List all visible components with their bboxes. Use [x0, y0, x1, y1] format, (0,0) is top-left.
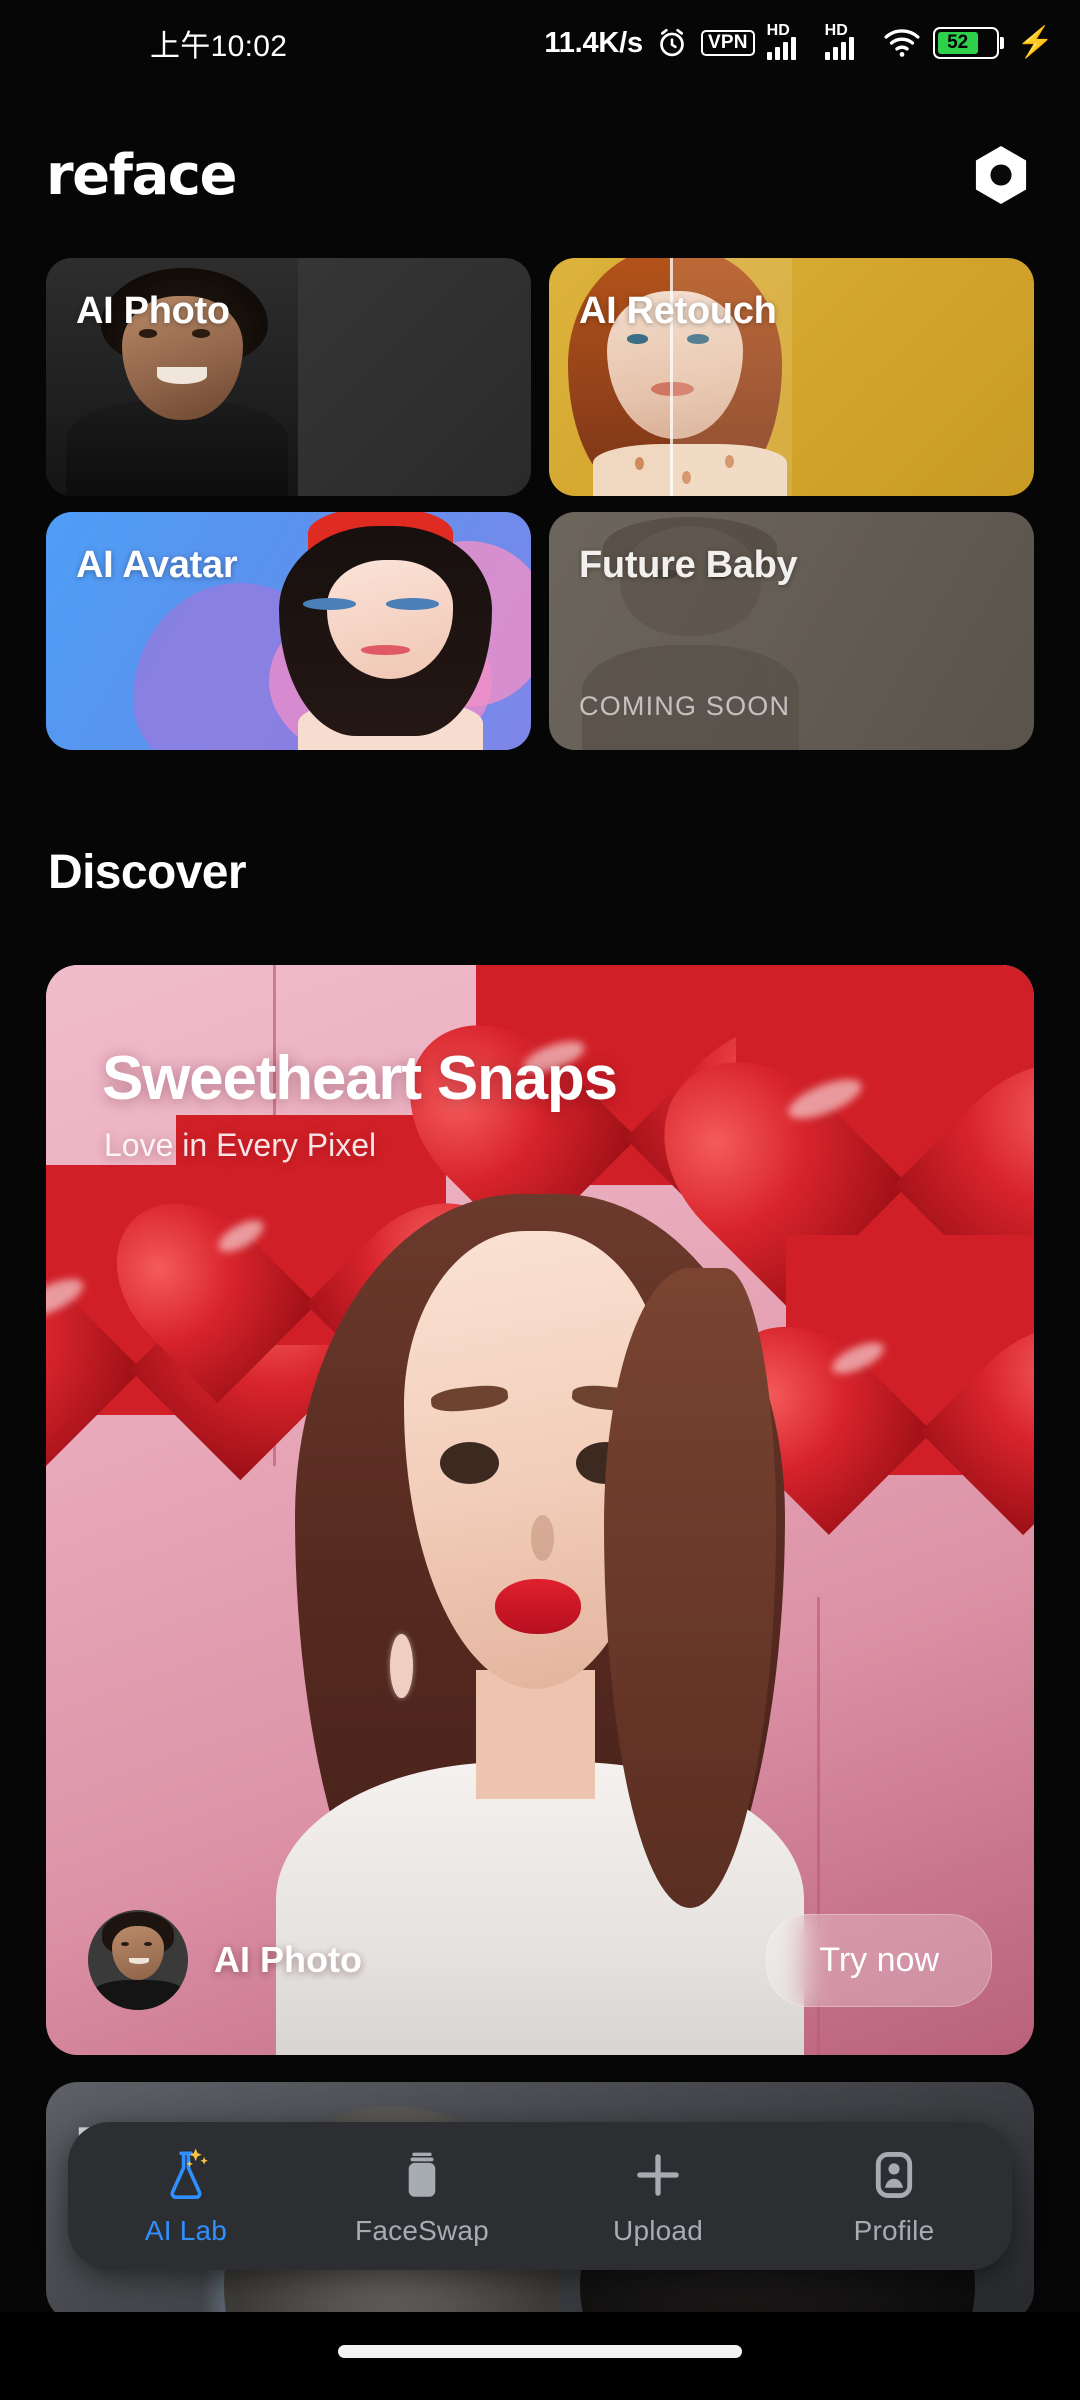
plus-icon — [631, 2145, 685, 2205]
signal-bars-sim2: HD — [824, 23, 871, 60]
feature-card-future-baby[interactable]: Future Baby COMING SOON — [549, 512, 1034, 750]
bars-sim1 — [766, 37, 797, 60]
feature-card-ai-photo[interactable]: AI Photo — [46, 258, 531, 496]
nav-tab-label: Upload — [613, 2215, 703, 2246]
app-header: reface — [0, 120, 1080, 230]
hexagon-nut-icon[interactable] — [968, 142, 1034, 208]
nav-tab-label: Profile — [853, 2215, 935, 2246]
wifi-icon — [884, 29, 920, 57]
person-icon — [867, 2145, 921, 2205]
vpn-badge: VPN — [700, 30, 755, 56]
bottom-navigation-bar: AI Lab FaceSwap Upload Profile — [68, 2122, 1012, 2270]
status-time: 上午10:02 — [150, 30, 288, 63]
nav-tab-faceswap[interactable]: FaceSwap — [304, 2145, 540, 2247]
nav-tab-ai-lab[interactable]: AI Lab — [68, 2145, 304, 2247]
network-speed-text: 11.4K/s — [544, 26, 643, 59]
status-bar: 上午10:02 11.4K/s VPN HD HD 52 ⚡ — [0, 0, 1080, 86]
hero-avatar — [88, 1910, 188, 2010]
feature-card-title: Future Baby — [579, 544, 798, 586]
stacked-cards-icon — [395, 2145, 449, 2205]
feature-card-ai-retouch[interactable]: AI Retouch — [549, 258, 1034, 496]
hero-title: Sweetheart Snaps — [102, 1044, 618, 1113]
nav-tab-label: AI Lab — [144, 2215, 228, 2246]
charging-bolt-icon: ⚡ — [1016, 26, 1054, 59]
hero-category-label: AI Photo — [214, 1939, 362, 1980]
discover-hero-card[interactable]: Sweetheart Snaps Love in Every Pixel AI … — [46, 965, 1034, 2055]
nav-tab-label: FaceSwap — [355, 2215, 489, 2246]
feature-card-grid: AI Photo AI Retouch AI Avatar Future Bab… — [46, 258, 1034, 750]
status-icons: 11.4K/s VPN HD HD 52 ⚡ — [544, 23, 1054, 60]
signal-bars-sim1: HD — [766, 23, 813, 60]
feature-card-title: AI Photo — [76, 290, 230, 332]
home-gesture-bar[interactable] — [338, 2345, 742, 2358]
hero-footer: AI Photo Try now — [46, 1865, 1034, 2055]
battery-percent: 52 — [937, 32, 978, 54]
app-screen: 上午10:02 11.4K/s VPN HD HD 52 ⚡ reface AI… — [0, 0, 1080, 2400]
nav-tab-upload[interactable]: Upload — [540, 2145, 776, 2247]
app-logo: reface — [46, 142, 237, 208]
discover-section-title: Discover — [48, 846, 247, 899]
feature-card-ai-avatar[interactable]: AI Avatar — [46, 512, 531, 750]
battery-indicator: 52 — [932, 27, 999, 59]
try-now-button[interactable]: Try now — [766, 1913, 992, 2007]
feature-card-title: AI Avatar — [76, 544, 238, 586]
nav-tab-profile[interactable]: Profile — [776, 2145, 1012, 2247]
flask-sparkles-icon — [159, 2145, 213, 2205]
coming-soon-badge: COMING SOON — [579, 691, 791, 721]
hero-subtitle: Love in Every Pixel — [104, 1127, 377, 1163]
bars-sim2 — [824, 37, 855, 60]
feature-card-title: AI Retouch — [579, 290, 777, 332]
alarm-clock-icon — [660, 28, 684, 57]
